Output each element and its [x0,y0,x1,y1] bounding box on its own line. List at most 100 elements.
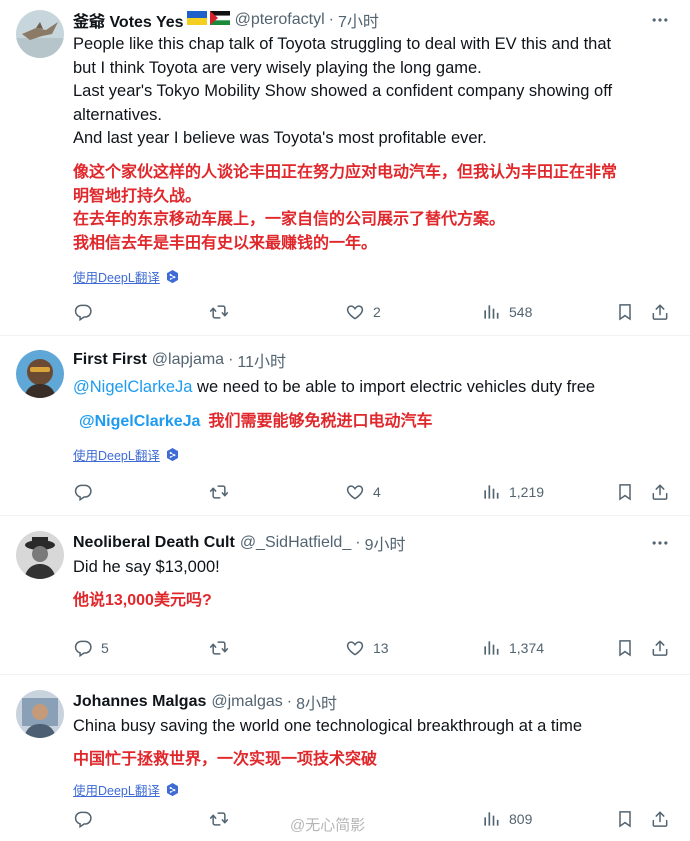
views-button[interactable]: 548 [481,300,532,324]
translation-line: 我们需要能够免税进口电动汽车 [208,413,433,430]
tweet-header: Neoliberal Death Cult @_SidHatfield_ · 9… [73,531,642,555]
reply-icon [73,302,93,322]
tweet[interactable]: 釜爺 Votes Yes @pterofactyl · 7小时 People l… [0,0,690,336]
views-icon [481,809,501,829]
repost-icon [209,638,229,658]
reply-button[interactable]: 5 [73,636,109,660]
share-button[interactable] [650,300,670,324]
tweet-text-line: alternatives. [73,105,162,124]
reply-button[interactable] [73,480,101,504]
like-count: 13 [373,640,389,656]
views-button[interactable]: 809 [481,807,532,831]
bookmark-button[interactable] [615,636,635,660]
user-handle[interactable]: @jmalgas [211,693,282,711]
repost-button[interactable] [209,807,237,831]
bookmark-icon [615,302,635,322]
repost-icon [209,809,229,829]
translate-link[interactable]: 使用DeepL翻译 [73,445,180,464]
separator-dot: · [355,534,361,551]
timestamp[interactable]: 8小时 [296,690,337,714]
translate-link[interactable]: 使用DeepL翻译 [73,780,180,799]
translation-line: 中国忙于拯救世界，一次实现一项技术突破 [73,751,378,768]
display-name[interactable]: Neoliberal Death Cult [73,534,235,552]
share-icon [650,638,670,658]
display-name[interactable]: 釜爺 Votes Yes [73,8,184,32]
ukraine-flag-icon [186,10,207,30]
translation-line: 我相信去年是丰田有史以来最赚钱的一年。 [73,234,378,252]
timestamp[interactable]: 9小时 [365,531,406,555]
share-button[interactable] [650,636,670,660]
reply-icon [73,482,93,502]
like-button[interactable]: 13 [345,636,389,660]
like-button[interactable]: 4 [345,480,381,504]
tweet-text: People like this chap talk of Toyota str… [73,33,670,151]
bookmark-button[interactable] [615,480,635,504]
tweet-text: China busy saving the world one technolo… [73,715,670,739]
like-count: 4 [373,484,381,500]
tweet-header: Johannes Malgas @jmalgas · 8小时 [73,690,642,714]
tweet[interactable]: Neoliberal Death Cult @_SidHatfield_ · 9… [0,516,690,675]
translation-line: 像这个家伙这样的人谈论丰田正在努力应对电动汽车，但我认为丰田正在非常 [73,164,618,181]
avatar[interactable] [16,531,64,579]
palestine-flag-icon [209,10,230,30]
reply-button[interactable] [73,300,101,324]
reply-button[interactable] [73,807,101,831]
views-icon [481,638,501,658]
action-bar: 4 1,219 [73,480,672,504]
tweet-text-line: we need to be able to import electric ve… [192,378,596,396]
repost-button[interactable] [209,636,237,660]
avatar[interactable] [16,10,64,58]
display-name[interactable]: Johannes Malgas [73,693,206,711]
mention-link[interactable]: @NigelClarkeJa [73,378,192,396]
translate-badge-icon [165,782,180,797]
avatar[interactable] [16,690,64,738]
views-button[interactable]: 1,219 [481,480,544,504]
reply-feed: 釜爺 Votes Yes @pterofactyl · 7小时 People l… [0,0,690,841]
more-icon[interactable] [650,10,670,30]
action-bar: 5 13 1,374 [73,636,672,660]
tweet-text-line: Last year's Tokyo Mobility Show showed a… [73,82,613,100]
views-icon [481,302,501,322]
translate-badge-icon [165,447,180,462]
share-icon [650,482,670,502]
user-handle[interactable]: @lapjama [152,351,224,369]
tweet-text: Did he say $13,000! [73,556,670,580]
translate-label: 使用DeepL翻译 [73,271,160,285]
timestamp[interactable]: 11小时 [237,348,286,372]
tweet-text-line: China busy saving the world one technolo… [73,717,583,735]
views-button[interactable]: 1,374 [481,636,544,660]
user-handle[interactable]: @_SidHatfield_ [240,534,351,552]
display-name[interactable]: First First [73,351,147,369]
share-icon [650,809,670,829]
repost-icon [209,302,229,322]
separator-dot: · [286,693,293,710]
more-icon[interactable] [650,533,670,553]
user-handle[interactable]: @pterofactyl [235,11,325,29]
like-button[interactable]: 2 [345,300,381,324]
translate-label: 使用DeepL翻译 [73,449,160,463]
view-count: 1,219 [509,484,545,500]
repost-button[interactable] [209,300,237,324]
tweet-text-line: And last year I believe was Toyota's mos… [73,129,487,147]
bookmark-button[interactable] [615,807,635,831]
watermark: @无心简影 [290,814,365,835]
translate-link[interactable]: 使用DeepL翻译 [73,267,180,286]
tweet-header: 釜爺 Votes Yes @pterofactyl · 7小时 [73,8,642,32]
translation-text: @NigelClarkeJa 我们需要能够免税进口电动汽车 [79,410,680,434]
repost-button[interactable] [209,480,237,504]
translation-text: 他说13,000美元吗? [73,589,680,613]
timestamp[interactable]: 7小时 [338,8,379,32]
views-icon [481,482,501,502]
bookmark-button[interactable] [615,300,635,324]
translation-line: 他说13,000美元吗? [73,592,212,609]
heart-icon [345,302,365,322]
share-button[interactable] [650,480,670,504]
tweet-text-line: Did he say $13,000! [73,558,220,576]
translation-mention[interactable]: @NigelClarkeJa [79,413,200,430]
share-button[interactable] [650,807,670,831]
tweet-text-line: but I think Toyota are very wisely playi… [73,58,482,77]
like-count: 2 [373,304,381,320]
repost-icon [209,482,229,502]
avatar[interactable] [16,350,64,398]
tweet[interactable]: First First @lapjama · 11小时 @NigelClarke… [0,336,690,516]
